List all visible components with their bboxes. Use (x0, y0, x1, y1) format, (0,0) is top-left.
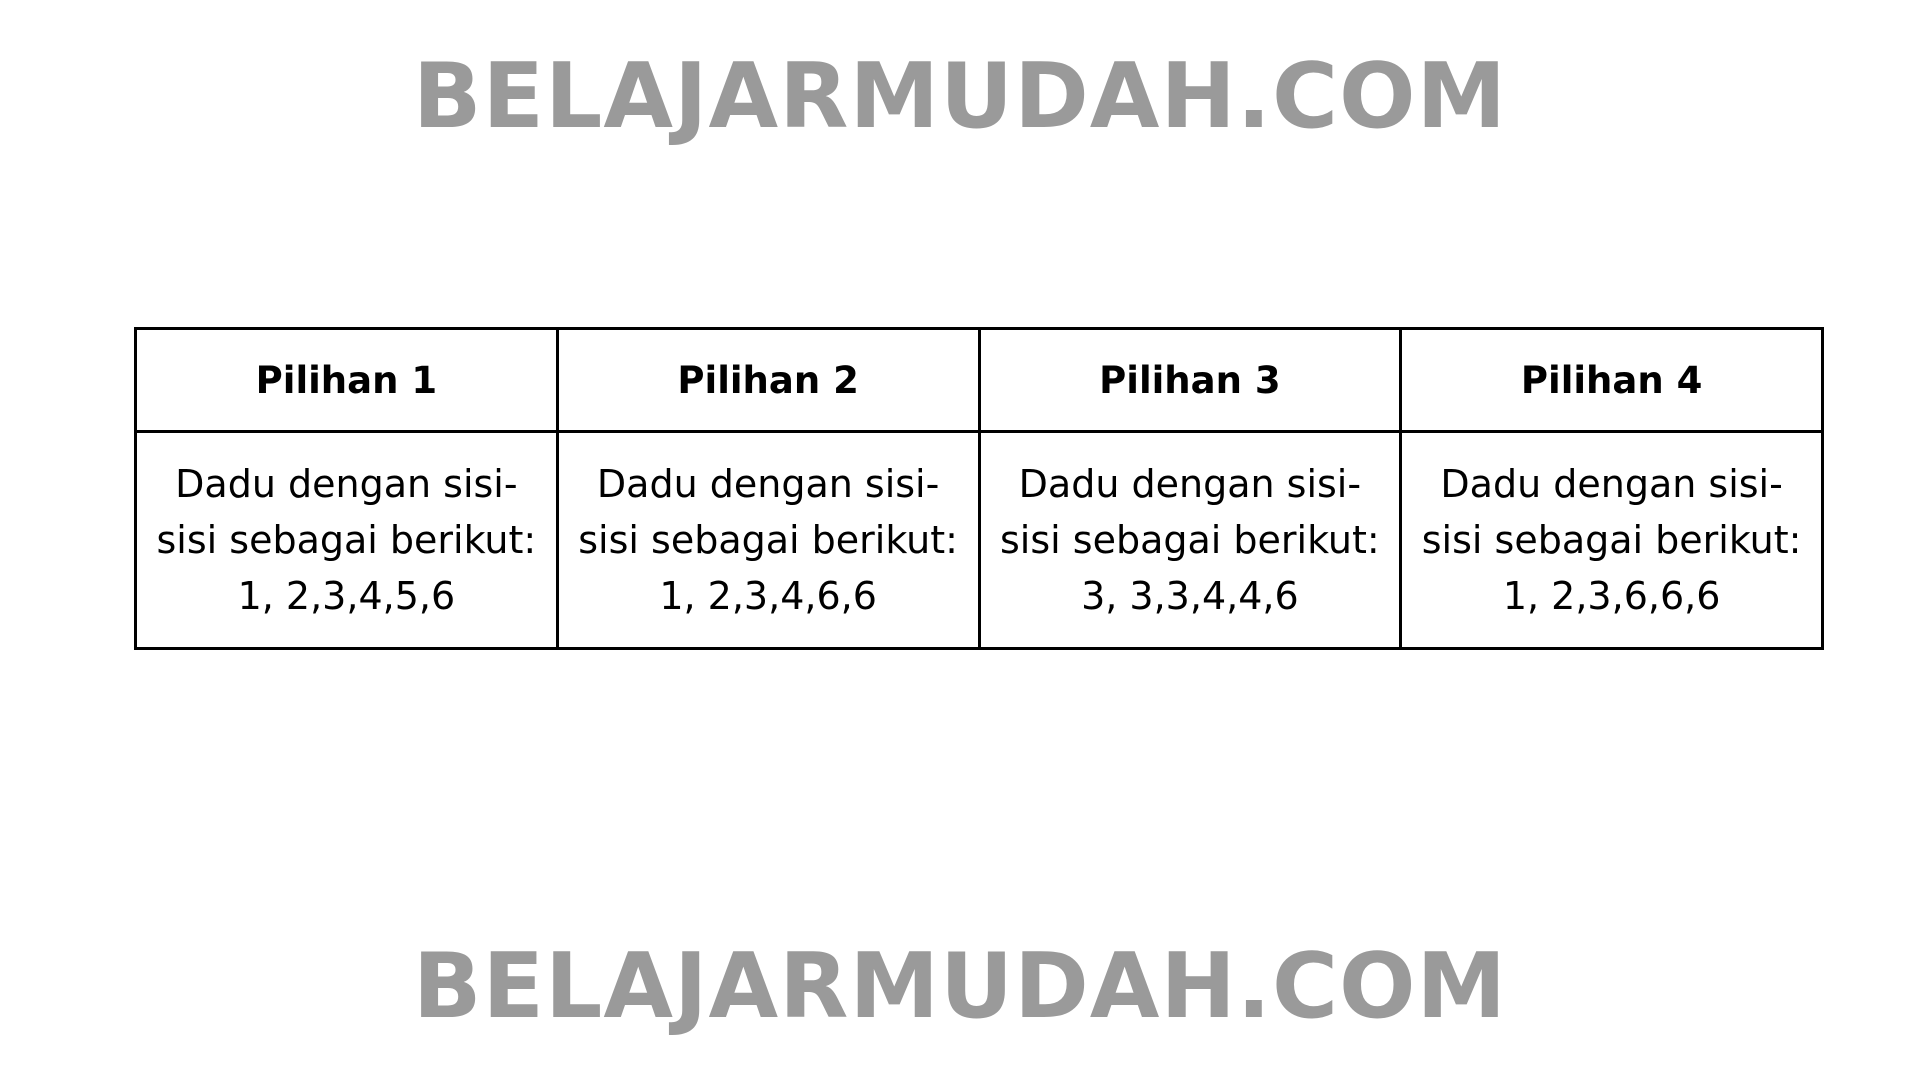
cell-text-line: Dadu dengan sisi- (596, 462, 940, 506)
header-pilihan-4: Pilihan 4 (1399, 327, 1824, 433)
cell-values: 1, 2,3,4,6,6 (659, 574, 877, 618)
cell-values: 1, 2,3,4,5,6 (237, 574, 456, 618)
cell-pilihan-2: Dadu dengan sisi- sisi sebagai berikut: … (555, 430, 981, 650)
header-pilihan-1: Pilihan 1 (134, 327, 559, 433)
cell-text-line: Dadu dengan sisi- (1440, 462, 1783, 506)
watermark-top: BELAJARMUDAH.COM (412, 44, 1508, 149)
cell-text-line: sisi sebagai berikut: (156, 518, 537, 562)
cell-text-line: Dadu dengan sisi- (1018, 462, 1362, 506)
cell-values: 3, 3,3,4,4,6 (1081, 574, 1299, 618)
cell-pilihan-4: Dadu dengan sisi- sisi sebagai berikut: … (1399, 430, 1824, 650)
cell-pilihan-3: Dadu dengan sisi- sisi sebagai berikut: … (977, 430, 1403, 650)
header-pilihan-2: Pilihan 2 (555, 327, 981, 433)
cell-text-line: sisi sebagai berikut: (1421, 518, 1802, 562)
table-row: Dadu dengan sisi- sisi sebagai berikut: … (134, 430, 1824, 650)
cell-text-line: sisi sebagai berikut: (1000, 518, 1380, 562)
header-pilihan-3: Pilihan 3 (977, 327, 1403, 433)
cell-text-line: sisi sebagai berikut: (578, 518, 958, 562)
cell-text-line: Dadu dengan sisi- (175, 462, 518, 506)
cell-pilihan-1: Dadu dengan sisi- sisi sebagai berikut: … (134, 430, 559, 650)
table-header-row: Pilihan 1 Pilihan 2 Pilihan 3 Pilihan 4 (134, 327, 1824, 433)
watermark-bottom: BELAJARMUDAH.COM (412, 934, 1508, 1039)
dice-options-table: Pilihan 1 Pilihan 2 Pilihan 3 Pilihan 4 … (134, 327, 1824, 650)
cell-values: 1, 2,3,6,6,6 (1502, 574, 1721, 618)
